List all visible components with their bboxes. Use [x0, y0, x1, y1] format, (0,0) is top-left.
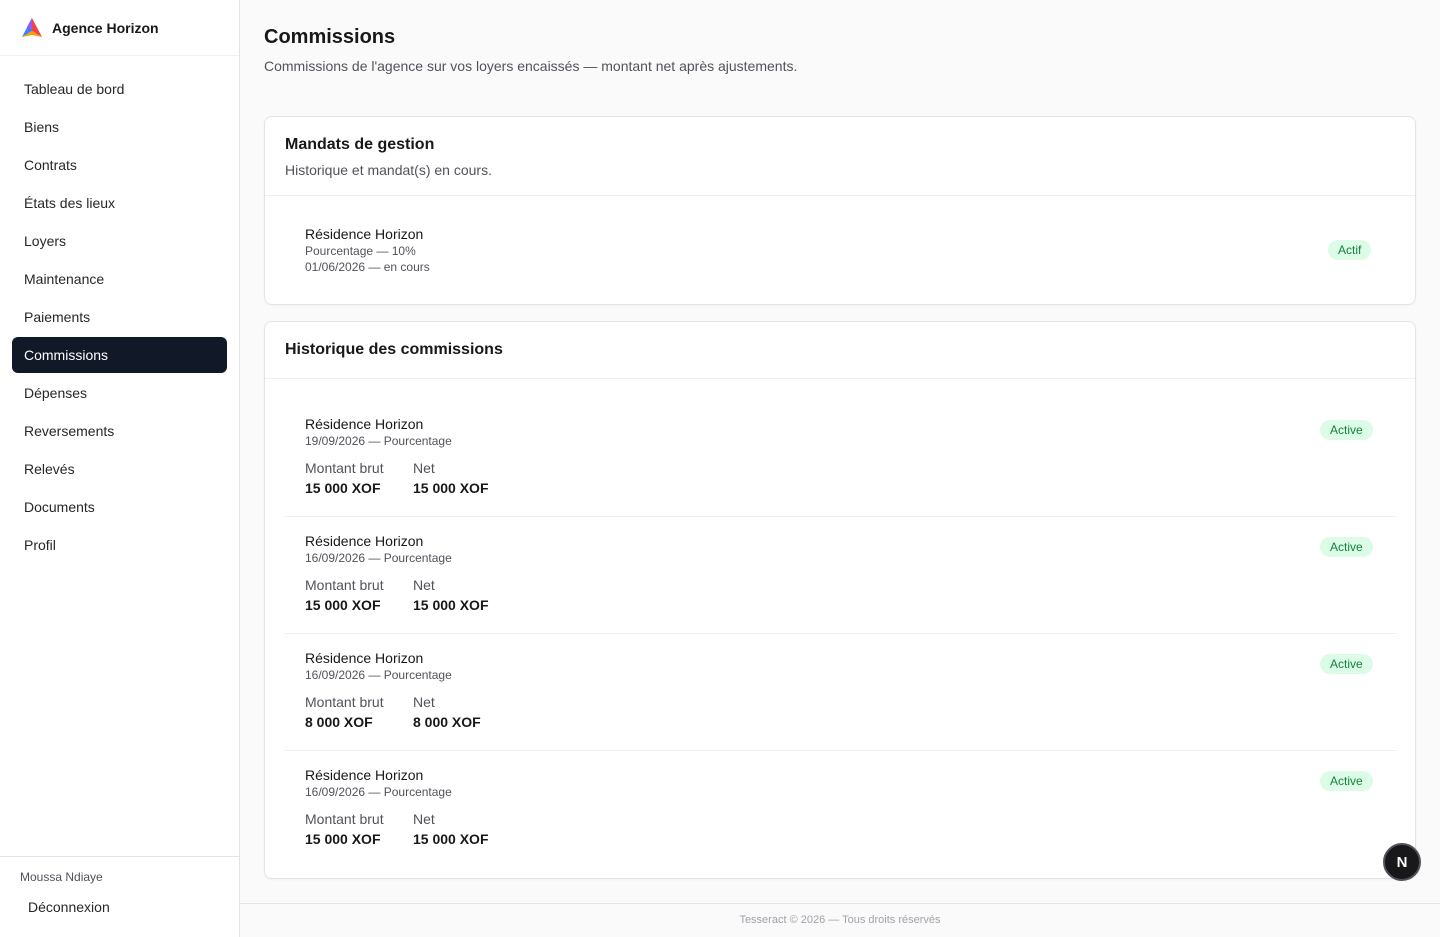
sidebar-item-contracts[interactable]: Contrats [12, 147, 227, 183]
gross-amount: 15 000 XOF [305, 831, 381, 847]
main-content: Commissions Commissions de l'agence sur … [240, 0, 1440, 937]
agency-logo-icon [22, 17, 42, 37]
commission-meta: 19/09/2026 — Pourcentage [305, 434, 452, 448]
mandates-subtitle: Historique et mandat(s) en cours. [285, 162, 492, 178]
page-title: Commissions [264, 26, 396, 48]
net-label: Net [413, 577, 435, 593]
commission-property: Résidence Horizon [305, 650, 424, 666]
floating-action-button[interactable]: N [1383, 843, 1421, 881]
commission-row: Résidence Horizon 16/09/2026 — Pourcenta… [285, 517, 1397, 634]
commission-status-badge: Active [1320, 654, 1373, 674]
mandate-status-badge: Actif [1328, 240, 1372, 260]
commission-row: Résidence Horizon 16/09/2026 — Pourcenta… [285, 751, 1397, 868]
gross-amount: 15 000 XOF [305, 597, 381, 613]
net-amount: 15 000 XOF [413, 597, 489, 613]
commission-meta: 16/09/2026 — Pourcentage [305, 785, 452, 799]
gross-amount: 15 000 XOF [305, 480, 381, 496]
sidebar-item-commissions[interactable]: Commissions [12, 337, 227, 373]
mandates-card: Mandats de gestion Historique et mandat(… [264, 116, 1416, 305]
sidebar-item-profile[interactable]: Profil [12, 527, 227, 563]
net-amount: 15 000 XOF [413, 831, 489, 847]
commission-property: Résidence Horizon [305, 533, 424, 549]
commission-row: Résidence Horizon 16/09/2026 — Pourcenta… [285, 634, 1397, 751]
commission-meta: 16/09/2026 — Pourcentage [305, 668, 452, 682]
commission-status-badge: Active [1320, 771, 1373, 791]
gross-label: Montant brut [305, 694, 384, 710]
brand-name: Agence Horizon [52, 19, 159, 36]
gross-label: Montant brut [305, 811, 384, 827]
mandates-title: Mandats de gestion [285, 136, 435, 153]
mandate-period: 01/06/2026 — en cours [305, 260, 430, 274]
gross-label: Montant brut [305, 577, 384, 593]
net-label: Net [413, 694, 435, 710]
sidebar-nav: Tableau de bord Biens Contrats États des… [12, 71, 227, 565]
sidebar-item-dashboard[interactable]: Tableau de bord [12, 71, 227, 107]
history-title: Historique des commissions [285, 341, 503, 358]
commission-property: Résidence Horizon [305, 767, 424, 783]
history-card-header: Historique des commissions [265, 322, 1415, 379]
commission-property: Résidence Horizon [305, 416, 424, 432]
commission-status-badge: Active [1320, 420, 1373, 440]
sidebar-item-expenses[interactable]: Dépenses [12, 375, 227, 411]
mandates-card-header: Mandats de gestion Historique et mandat(… [265, 117, 1415, 196]
net-label: Net [413, 811, 435, 827]
net-amount: 8 000 XOF [413, 714, 481, 730]
brand[interactable]: Agence Horizon [0, 0, 239, 56]
sidebar-item-payments[interactable]: Paiements [12, 299, 227, 335]
sidebar-item-rents[interactable]: Loyers [12, 223, 227, 259]
commission-row: Résidence Horizon 19/09/2026 — Pourcenta… [285, 400, 1397, 517]
sidebar-item-inspections[interactable]: États des lieux [12, 185, 227, 221]
sidebar-item-maintenance[interactable]: Maintenance [12, 261, 227, 297]
mandate-property: Résidence Horizon [305, 226, 424, 242]
sidebar-item-properties[interactable]: Biens [12, 109, 227, 145]
net-amount: 15 000 XOF [413, 480, 489, 496]
user-block: Moussa Ndiaye Déconnexion [0, 856, 239, 937]
sidebar-item-documents[interactable]: Documents [12, 489, 227, 525]
mandate-type: Pourcentage — 10% [305, 244, 416, 258]
commissions-history-card: Historique des commissions Résidence Hor… [264, 321, 1416, 879]
commission-status-badge: Active [1320, 537, 1373, 557]
net-label: Net [413, 460, 435, 476]
sidebar-item-statements[interactable]: Relevés [12, 451, 227, 487]
gross-amount: 8 000 XOF [305, 714, 373, 730]
gross-label: Montant brut [305, 460, 384, 476]
sidebar: Agence Horizon Tableau de bord Biens Con… [0, 0, 240, 937]
sidebar-item-payouts[interactable]: Reversements [12, 413, 227, 449]
page-subtitle: Commissions de l'agence sur vos loyers e… [264, 58, 798, 74]
commission-meta: 16/09/2026 — Pourcentage [305, 551, 452, 565]
mandate-item: Résidence Horizon Pourcentage — 10% 01/0… [305, 226, 430, 276]
user-name: Moussa Ndiaye [20, 870, 103, 884]
logout-button[interactable]: Déconnexion [28, 899, 110, 915]
footer: Tesseract © 2026 — Tous droits réservés [240, 903, 1440, 937]
